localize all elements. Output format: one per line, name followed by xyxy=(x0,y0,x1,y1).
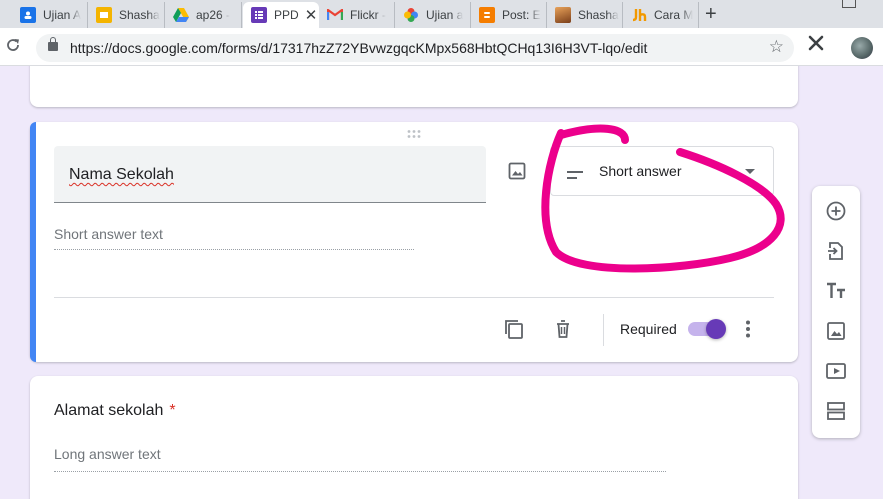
question-title: Alamat sekolah * xyxy=(54,402,176,420)
tab-8[interactable]: Cara M xyxy=(623,2,699,28)
required-toggle[interactable] xyxy=(688,319,726,339)
reload-icon[interactable] xyxy=(5,37,21,58)
lock-icon xyxy=(48,37,58,51)
tab-0[interactable]: Ujian A xyxy=(12,2,88,28)
url-text[interactable]: https://docs.google.com/forms/d/17317hzZ… xyxy=(70,40,647,56)
new-tab-button[interactable]: + xyxy=(705,3,717,26)
bookmark-star-icon[interactable]: ☆ xyxy=(769,37,784,57)
tab-label: Ujian A xyxy=(43,8,82,22)
add-section-icon[interactable] xyxy=(825,400,847,422)
tab-7[interactable]: Shasha xyxy=(547,2,623,28)
tab-5[interactable]: Ujian a xyxy=(395,2,471,28)
card-divider xyxy=(54,297,774,298)
window-minimize-icon[interactable] xyxy=(842,0,856,8)
add-image-icon[interactable] xyxy=(825,320,847,342)
add-title-description-icon[interactable] xyxy=(825,280,847,302)
more-options-icon[interactable] xyxy=(746,320,750,338)
browser-toolbar: https://docs.google.com/forms/d/17317hzZ… xyxy=(0,28,883,66)
tab-label: Shasha xyxy=(578,8,619,22)
address-bar[interactable]: https://docs.google.com/forms/d/17317hzZ… xyxy=(36,34,794,62)
long-answer-placeholder: Long answer text xyxy=(54,446,666,472)
duplicate-icon[interactable] xyxy=(503,318,525,340)
tab-1[interactable]: Shasha xyxy=(88,2,165,28)
required-asterisk: * xyxy=(169,402,176,419)
question-title-text: Nama Sekolah xyxy=(69,166,174,183)
previous-question-card[interactable] xyxy=(30,66,798,107)
classroom-icon xyxy=(20,7,36,23)
import-questions-icon[interactable] xyxy=(825,240,847,262)
tab-strip: Ujian A Shasha ap26 - PPD ✕ Flickr - Uji… xyxy=(0,0,883,28)
short-answer-placeholder: Short answer text xyxy=(54,226,414,250)
footer-divider xyxy=(603,314,604,346)
add-image-icon[interactable] xyxy=(508,162,526,180)
delete-icon[interactable] xyxy=(552,318,574,340)
tab-3-active[interactable]: PPD ✕ xyxy=(243,2,319,28)
extension-x-icon[interactable] xyxy=(808,34,824,57)
active-card-indicator xyxy=(30,122,36,362)
tab-label: Cara M xyxy=(654,8,694,22)
tab-label: Ujian a xyxy=(426,8,464,22)
question-title-input[interactable]: Nama Sekolah xyxy=(54,146,486,203)
add-video-icon[interactable] xyxy=(825,360,847,382)
close-tab-icon[interactable]: ✕ xyxy=(305,6,318,24)
floating-toolbar xyxy=(812,186,860,438)
forms-icon xyxy=(251,7,267,23)
drag-handle-icon[interactable] xyxy=(406,129,422,139)
question-title-text: Alamat sekolah xyxy=(54,402,164,419)
tab-label: ap26 - xyxy=(196,8,231,22)
question-card[interactable]: Alamat sekolah * Long answer text xyxy=(30,376,798,499)
tab-label: PPD xyxy=(274,8,299,22)
tab-6[interactable]: Post: E xyxy=(471,2,547,28)
tab-label: Post: E xyxy=(502,8,541,22)
photos-icon xyxy=(403,7,419,23)
tab-2[interactable]: ap26 - xyxy=(165,2,242,28)
drive-icon xyxy=(173,7,189,23)
required-label: Required xyxy=(620,321,677,337)
gmail-icon xyxy=(327,7,343,23)
image-icon xyxy=(555,7,571,23)
blogger-icon xyxy=(479,7,495,23)
tab-4[interactable]: Flickr - xyxy=(319,2,395,28)
toggle-knob xyxy=(706,319,726,339)
add-question-icon[interactable] xyxy=(825,200,847,222)
tab-label: Shasha xyxy=(119,8,160,22)
profile-avatar[interactable] xyxy=(851,37,873,59)
tab-label: Flickr - xyxy=(350,8,386,22)
jh-icon xyxy=(631,7,647,23)
slides-icon xyxy=(96,7,112,23)
pink-circle-annotation xyxy=(541,124,785,273)
